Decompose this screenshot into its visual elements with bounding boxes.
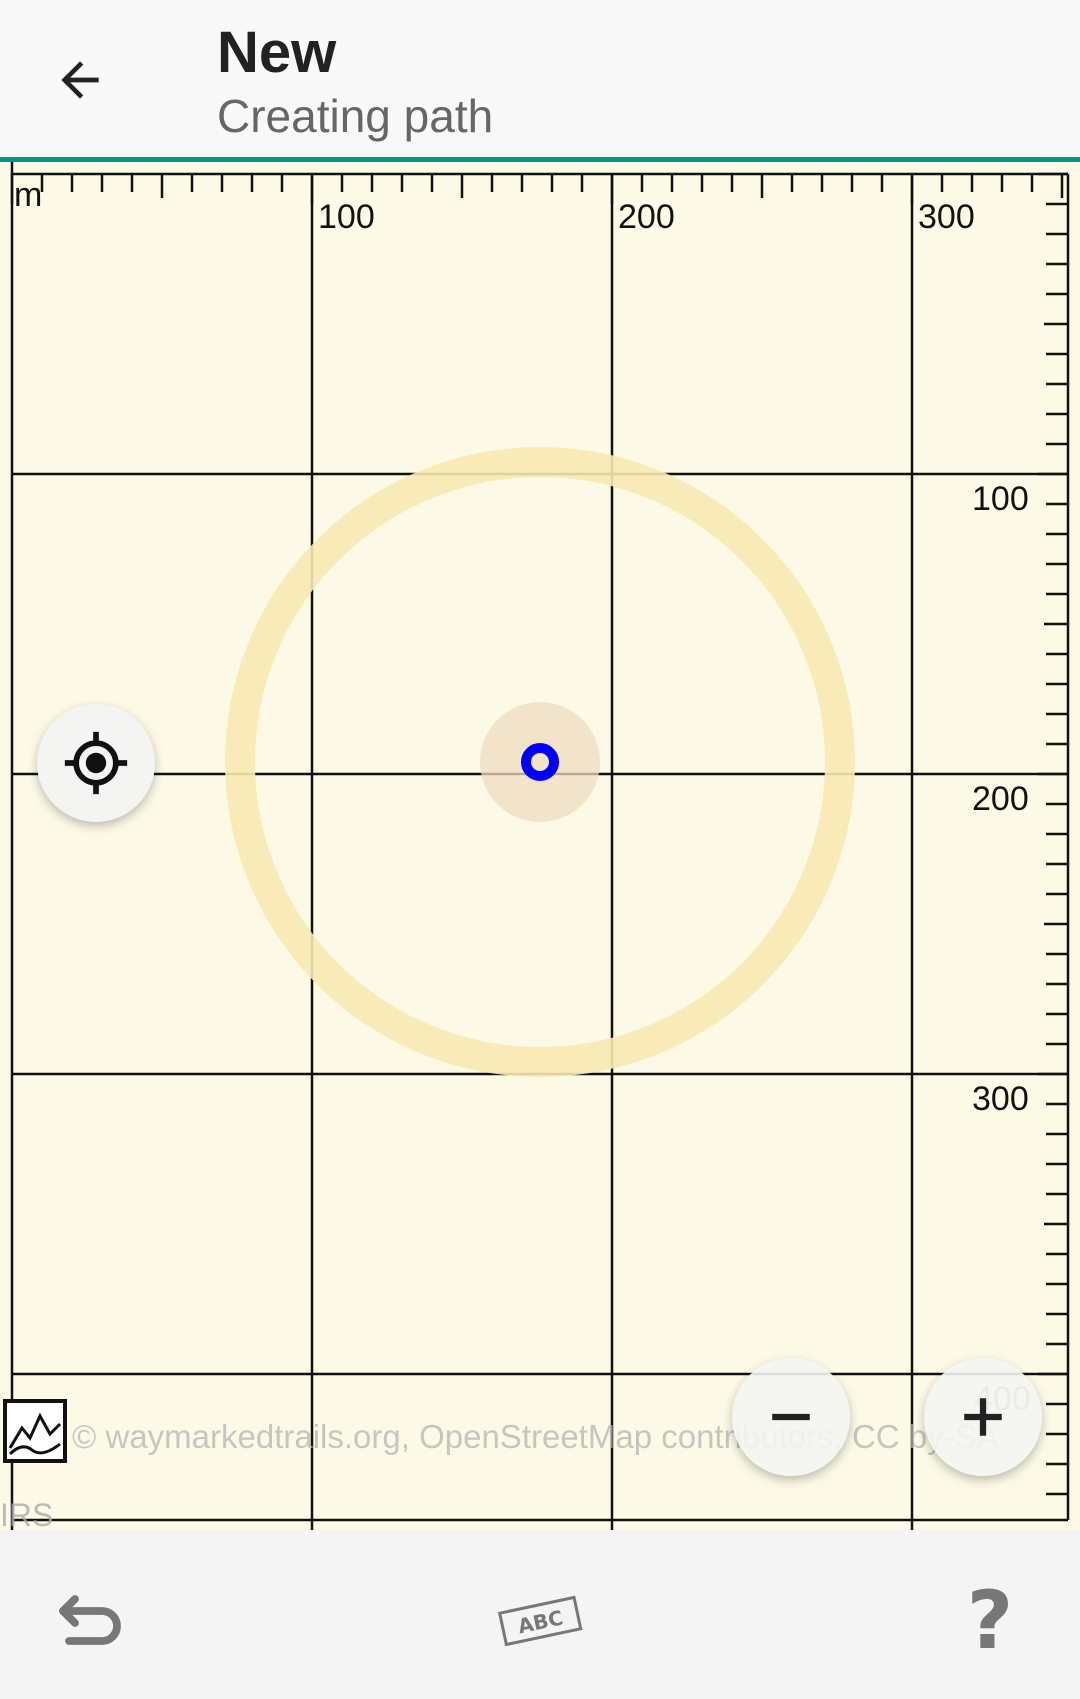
back-button[interactable]	[45, 45, 115, 115]
map-source-icon[interactable]	[2, 1398, 68, 1464]
minus-icon	[772, 1413, 810, 1421]
abc-label-icon: ABC	[497, 1595, 583, 1647]
app-bar: New Creating path	[0, 0, 1080, 162]
zoom-out-button[interactable]	[732, 1358, 850, 1476]
undo-button[interactable]	[35, 1570, 145, 1670]
page-subtitle: Creating path	[217, 90, 494, 142]
page-title: New	[217, 20, 337, 85]
help-icon: ?	[966, 1573, 1014, 1667]
map-source-label: IRS	[0, 1497, 54, 1530]
undo-icon	[59, 1595, 121, 1645]
locate-button[interactable]	[37, 704, 155, 822]
position-halo	[480, 702, 600, 822]
bottom-toolbar: ABC ?	[0, 1530, 1080, 1699]
plus-icon	[964, 1398, 1002, 1436]
add-label-button[interactable]: ABC	[485, 1570, 595, 1670]
location-marker	[225, 447, 855, 1077]
zoom-in-button[interactable]	[924, 1358, 1042, 1476]
my-location-icon	[64, 731, 128, 795]
map-view[interactable]: m 100 200 300 100 200 300 400 © waymarke…	[0, 162, 1080, 1530]
map-attribution[interactable]: © waymarkedtrails.org, OpenStreetMap con…	[72, 1418, 999, 1456]
help-button[interactable]: ?	[935, 1570, 1045, 1670]
arrow-left-icon	[61, 61, 99, 99]
